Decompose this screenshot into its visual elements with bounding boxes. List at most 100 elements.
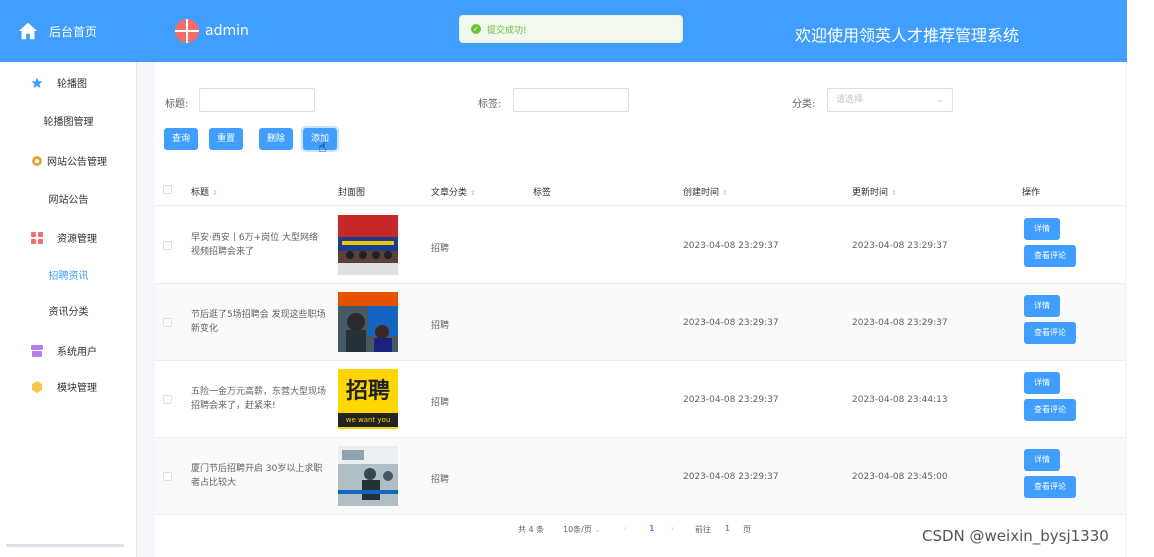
page-suffix: 页 (743, 525, 751, 534)
watermark: CSDN @weixin_bysj1330 (922, 527, 1109, 545)
welcome-title: 欢迎使用领英人才推荐管理系统 (795, 26, 1020, 45)
cover-image[interactable]: 招聘 we want you (338, 369, 398, 429)
col-cover: 封面图 (338, 188, 366, 198)
row-category: 招聘 (431, 475, 450, 485)
content-panel: 标题: 标签: 分类: 请选择 ⌄ 查询 重置 删除 添加 ☝ 标题 ⇕ 封面图 … (155, 62, 1125, 557)
row-created: 2023-04-08 23:29:37 (683, 241, 779, 251)
tag-filter-label: 标签: (478, 99, 502, 110)
next-page-icon[interactable]: › (671, 524, 674, 533)
search-button[interactable]: 查询 (164, 128, 198, 150)
top-header: 后台首页 admin ✓ 提交成功! 欢迎使用领英人才推荐管理系统 (0, 0, 1127, 62)
title-filter-label: 标题: (165, 99, 189, 110)
toast-message: 提交成功! (487, 25, 527, 36)
view-comments-button[interactable]: 查看评论 (1024, 322, 1076, 344)
row-checkbox[interactable] (163, 472, 172, 481)
category-select[interactable]: 请选择 ⌄ (827, 88, 953, 112)
row-checkbox[interactable] (163, 395, 172, 404)
col-updated[interactable]: 更新时间 ⇕ (852, 185, 897, 198)
row-created: 2023-04-08 23:29:37 (683, 395, 779, 405)
chevron-down-icon: ⌄ (594, 525, 602, 534)
row-created: 2023-04-08 23:29:37 (683, 472, 779, 482)
star-icon (31, 77, 43, 88)
page-size-select[interactable]: 10条/页 ⌄ (563, 524, 601, 535)
cover-text: 招聘 (345, 379, 390, 404)
view-comments-button[interactable]: 查看评论 (1024, 245, 1076, 267)
row-updated: 2023-04-08 23:45:00 (852, 472, 948, 482)
cover-image[interactable] (338, 292, 398, 352)
box-icon (31, 344, 43, 357)
sidebar-item-label: 网站公告管理 (47, 157, 107, 168)
col-created[interactable]: 创建时间 ⇕ (683, 185, 728, 198)
detail-button[interactable]: 详情 (1024, 449, 1060, 471)
sidebar-item-notice[interactable]: 网站公告 (0, 191, 137, 206)
username: admin (205, 23, 249, 39)
sidebar-item-recruit-news[interactable]: 招聘资讯 (0, 267, 137, 282)
sort-icon: ⇕ (722, 189, 728, 197)
sidebar-item-notice-manage[interactable]: 网站公告管理 (0, 153, 137, 168)
prev-page-icon[interactable]: ‹ (624, 524, 627, 533)
sidebar-item-label: 模块管理 (57, 383, 97, 394)
row-created: 2023-04-08 23:29:37 (683, 318, 779, 328)
brand-label: 后台首页 (49, 24, 98, 39)
row-title: 厦门节后招聘开启 30岁以上求职者占比较大 (191, 464, 323, 488)
detail-button[interactable]: 详情 (1024, 372, 1060, 394)
sidebar-item-carousel[interactable]: 轮播图 (0, 75, 137, 90)
user-menu[interactable]: admin (175, 19, 249, 43)
goto-label: 前往 (695, 525, 711, 534)
sidebar-item-system-users[interactable]: 系统用户 (0, 343, 137, 358)
page-number[interactable]: 1 (649, 524, 655, 533)
cover-image[interactable] (338, 215, 398, 275)
sidebar-item-resources[interactable]: 资源管理 (0, 230, 137, 245)
col-category[interactable]: 文章分类 ⇕ (431, 185, 476, 198)
grid-icon (31, 231, 43, 244)
col-tag: 标签 (533, 188, 552, 198)
detail-button[interactable]: 详情 (1024, 295, 1060, 317)
check-icon: ✓ (471, 24, 481, 34)
row-checkbox[interactable] (163, 318, 172, 327)
sidebar-scrollbar[interactable] (6, 544, 124, 547)
home-link[interactable]: 后台首页 (0, 0, 137, 62)
row-category: 招聘 (431, 244, 450, 254)
select-all-checkbox[interactable] (163, 185, 172, 194)
sort-icon: ⇕ (212, 189, 218, 197)
cover-image[interactable] (338, 446, 398, 506)
goto-input[interactable]: 1 (725, 524, 730, 533)
detail-button[interactable]: 详情 (1024, 218, 1060, 240)
success-toast: ✓ 提交成功! (459, 15, 683, 43)
row-updated: 2023-04-08 23:44:13 (852, 395, 948, 405)
sidebar: 轮播图 轮播图管理 网站公告管理 网站公告 资源管理 招聘资讯 资讯分类 系统用… (0, 62, 137, 557)
view-comments-button[interactable]: 查看评论 (1024, 476, 1076, 498)
sidebar-item-modules[interactable]: 模块管理 (0, 379, 137, 394)
category-filter-label: 分类: (792, 99, 816, 110)
row-title: 五险一金万元高薪，东营大型现场招聘会来了，赶紧来! (191, 387, 327, 411)
sidebar-item-carousel-manage[interactable]: 轮播图管理 (0, 113, 137, 128)
row-updated: 2023-04-08 23:29:37 (852, 318, 948, 328)
col-title[interactable]: 标题 ⇕ (191, 185, 218, 198)
table-row: 厦门节后招聘开启 30岁以上求职者占比较大 招聘 2023-04-08 23:2… (155, 438, 1125, 515)
chevron-down-icon: ⌄ (936, 95, 944, 105)
main-content: 标题: 标签: 分类: 请选择 ⌄ 查询 重置 删除 添加 ☝ 标题 ⇕ 封面图 … (137, 62, 1127, 557)
hand-cursor-icon: ☝ (318, 140, 327, 156)
row-checkbox[interactable] (163, 241, 172, 250)
hexagon-icon (32, 380, 42, 393)
delete-button[interactable]: 删除 (259, 128, 293, 150)
tag-filter-input[interactable] (513, 88, 629, 112)
table-row: 早安·西安丨6万+岗位 大型网络视频招聘会来了 招聘 2023-04-08 23… (155, 207, 1125, 284)
table-header: 标题 ⇕ 封面图 文章分类 ⇕ 标签 创建时间 ⇕ 更新时间 ⇕ 操作 (155, 173, 1125, 206)
row-updated: 2023-04-08 23:29:37 (852, 241, 948, 251)
sidebar-item-label: 系统用户 (57, 347, 97, 358)
title-filter-input[interactable] (199, 88, 315, 112)
sort-icon: ⇕ (470, 189, 476, 197)
sort-icon: ⇕ (891, 189, 897, 197)
sidebar-item-label: 资源管理 (57, 234, 97, 245)
sidebar-item-label: 轮播图 (57, 79, 87, 90)
row-category: 招聘 (431, 321, 450, 331)
home-icon (18, 22, 38, 40)
reset-button[interactable]: 重置 (209, 128, 243, 150)
col-actions: 操作 (1022, 188, 1041, 198)
sidebar-item-news-category[interactable]: 资讯分类 (0, 303, 137, 318)
row-title: 节后逛了5场招聘会 发现这些职场新变化 (191, 310, 326, 334)
view-comments-button[interactable]: 查看评论 (1024, 399, 1076, 421)
row-category: 招聘 (431, 398, 450, 408)
category-placeholder: 请选择 (836, 95, 864, 105)
